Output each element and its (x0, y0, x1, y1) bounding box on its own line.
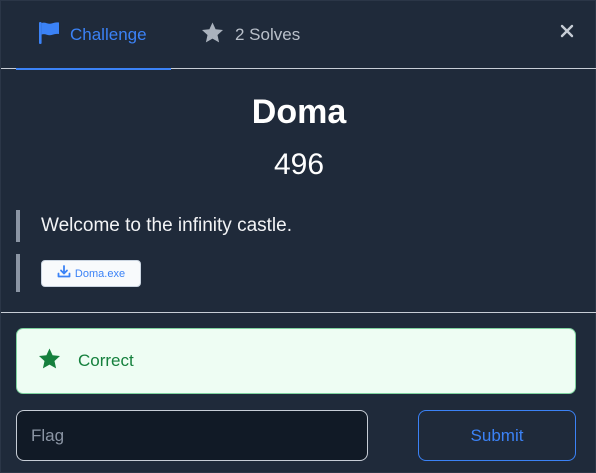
file-download-button[interactable]: Doma.exe (41, 260, 141, 287)
star-icon (37, 347, 62, 376)
download-icon (57, 264, 71, 283)
flag-input[interactable] (16, 410, 368, 461)
star-icon (200, 21, 225, 50)
active-tab-indicator (16, 68, 171, 70)
status-alert: Correct (16, 328, 576, 394)
tab-solves[interactable]: 2 Solves (200, 1, 300, 69)
flag-icon (38, 21, 60, 50)
tab-challenge[interactable]: Challenge (16, 1, 171, 70)
tab-bar: Challenge 2 Solves (1, 1, 596, 70)
challenge-points: 496 (273, 148, 325, 181)
challenge-title: Doma (251, 93, 347, 131)
challenge-description: Welcome to the infinity castle. (41, 215, 292, 236)
challenge-modal: Challenge 2 Solves Doma 496 Welcome to t… (0, 0, 596, 473)
close-icon (560, 24, 574, 43)
tab-challenge-label: Challenge (70, 25, 147, 44)
divider (1, 312, 596, 313)
tab-solves-label: 2 Solves (235, 25, 301, 44)
status-alert-text: Correct (78, 351, 134, 370)
files-quote-bar (16, 254, 20, 292)
close-button[interactable] (557, 23, 577, 43)
submit-button[interactable]: Submit (418, 410, 576, 461)
file-download-label: Doma.exe (74, 267, 126, 280)
description-quote-bar (16, 210, 20, 242)
